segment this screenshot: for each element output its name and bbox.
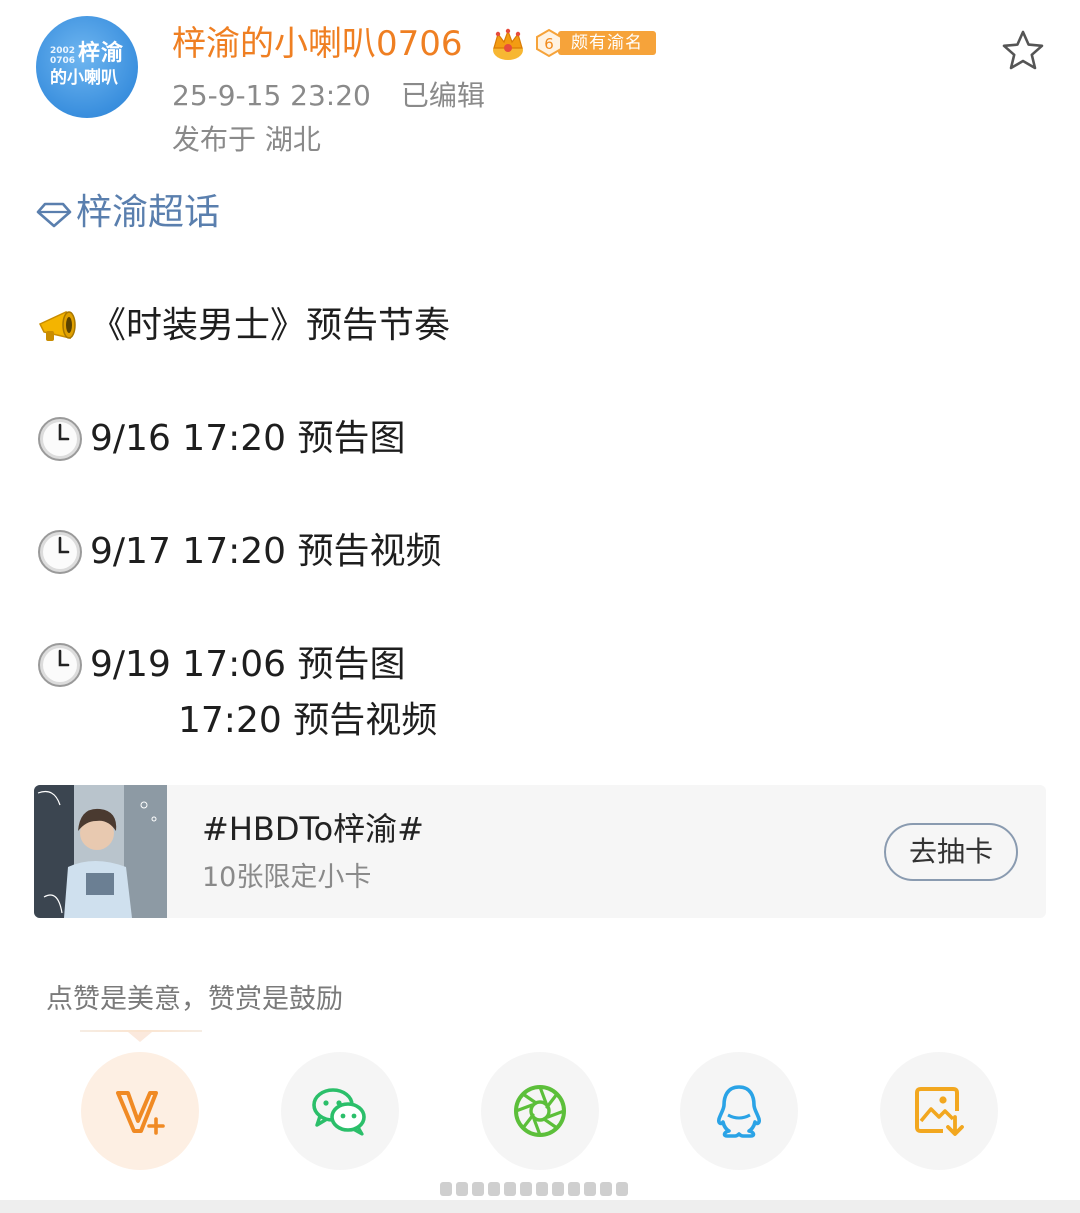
- draw-card-button[interactable]: 去抽卡: [884, 823, 1018, 881]
- headline-line: 《时装男士》预告节奏: [36, 302, 450, 350]
- schedule-line: 9/19 17:06 预告图: [36, 641, 405, 689]
- wechat-icon: [312, 1088, 366, 1136]
- schedule-text: 9/17 17:20 预告视频: [90, 531, 442, 572]
- schedule-text: 9/19 17:06 预告图: [90, 644, 406, 685]
- share-bar: [0, 1052, 1080, 1172]
- lottery-card[interactable]: #HBDTo梓渝# 10张限定小卡 去抽卡: [34, 785, 1046, 918]
- avatar-text-line2: 的小喇叭: [50, 68, 118, 88]
- clock-icon: [36, 641, 84, 689]
- fan-level-icon: 6: [536, 28, 562, 58]
- schedule-text: 9/16 17:20 预告图: [90, 418, 406, 459]
- clock-icon: [36, 415, 84, 463]
- reward-tip: 点赞是美意，赞赏是鼓励: [46, 984, 343, 1015]
- schedule-line: 9/17 17:20 预告视频: [36, 528, 441, 576]
- card-thumbnail: [34, 785, 167, 918]
- moments-button[interactable]: [481, 1052, 599, 1170]
- schedule-extra-text: 17:20 预告视频: [178, 700, 438, 741]
- bottom-bar: [0, 1200, 1080, 1213]
- avatar-small-text: 2002 0706: [50, 46, 76, 66]
- home-indicator: [440, 1182, 628, 1196]
- post-meta: 25-9-15 23:20 已编辑: [172, 78, 485, 114]
- post-timestamp: 25-9-15 23:20: [172, 79, 371, 112]
- save-image-button[interactable]: [880, 1052, 998, 1170]
- avatar[interactable]: 2002 0706 梓渝 的小喇叭: [36, 16, 138, 118]
- headline-text: 《时装男士》预告节奏: [90, 305, 451, 346]
- qq-button[interactable]: [680, 1052, 798, 1170]
- card-title[interactable]: #HBDTo梓渝#: [202, 809, 424, 849]
- fan-badge-label: 颇有渝名: [558, 31, 656, 55]
- author-name[interactable]: 梓渝的小喇叭0706: [172, 22, 463, 66]
- save-image-icon: [915, 1087, 964, 1136]
- clock-icon: [36, 528, 84, 576]
- edited-label[interactable]: 已编辑: [401, 79, 485, 112]
- fan-badge[interactable]: 颇有渝名 6: [534, 28, 656, 58]
- tip-pointer: [128, 1032, 152, 1042]
- post-header: 2002 0706 梓渝 的小喇叭 梓渝的小喇叭0706 颇有渝名 6 25-9…: [0, 0, 1080, 180]
- schedule-line: 9/16 17:20 预告图: [36, 415, 405, 463]
- moments-icon: [514, 1085, 566, 1137]
- post-location: 发布于 湖北: [172, 123, 321, 156]
- card-subtitle: 10张限定小卡: [202, 862, 372, 893]
- crown-icon: [493, 28, 523, 60]
- favorite-star-icon[interactable]: [1000, 28, 1046, 74]
- avatar-text-line1: 梓渝: [78, 41, 125, 66]
- megaphone-icon: [36, 302, 84, 350]
- diamond-icon: [36, 202, 72, 228]
- vplus-icon: [116, 1091, 165, 1135]
- qq-icon: [717, 1085, 761, 1138]
- vplus-button[interactable]: [81, 1052, 199, 1170]
- wechat-button[interactable]: [281, 1052, 399, 1170]
- fan-level-number: 6: [544, 35, 554, 53]
- supertopic-label: 梓渝超话: [76, 192, 221, 233]
